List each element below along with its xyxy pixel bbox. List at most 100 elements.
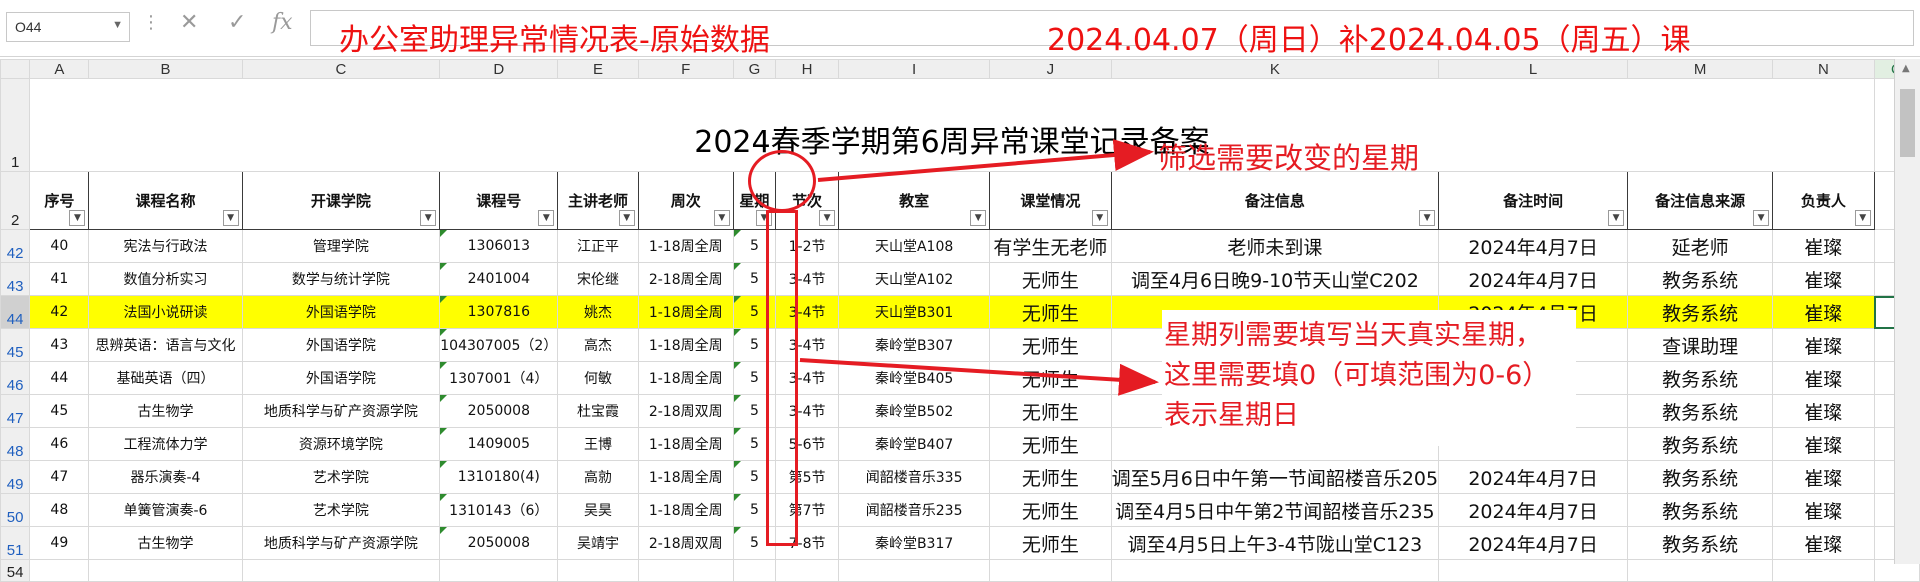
cell[interactable] — [1110, 559, 1440, 582]
cell[interactable]: 天山堂A108 — [838, 229, 991, 263]
header-cell[interactable]: 课程名称 ▼ — [88, 171, 243, 230]
vertical-scrollbar[interactable]: ▲ — [1894, 59, 1920, 564]
cell[interactable]: 2401004 — [439, 262, 559, 296]
header-cell[interactable]: 课堂情况 ▼ — [989, 171, 1112, 230]
cell[interactable]: 1307816 — [439, 295, 559, 329]
cell[interactable]: 1-18周全周 — [637, 328, 734, 362]
cell[interactable]: 法国小说研读 — [88, 295, 243, 329]
header-cell[interactable]: 周次 ▼ — [637, 171, 734, 230]
sheet-title[interactable]: 2024春季学期第6周异常课堂记录备案 — [29, 78, 1875, 172]
filter-icon[interactable]: ▼ — [1419, 210, 1436, 226]
column-header[interactable]: I — [838, 59, 991, 79]
cell[interactable]: 秦岭堂B502 — [838, 394, 991, 428]
filter-icon[interactable]: ▼ — [819, 210, 836, 226]
row-header[interactable]: 1 — [0, 78, 31, 172]
cell[interactable]: 天山堂B301 — [838, 295, 991, 329]
check-icon[interactable]: ✓ — [228, 10, 246, 35]
fx-icon[interactable]: fx — [272, 10, 293, 35]
cell[interactable]: 1-18周全周 — [637, 361, 734, 395]
cell[interactable]: 无师生 — [989, 361, 1112, 395]
cell[interactable]: 吴昊 — [557, 493, 639, 527]
cell[interactable]: 艺术学院 — [241, 460, 441, 494]
name-box[interactable]: O44 ▼ — [6, 12, 130, 42]
cell[interactable]: 2024年4月7日 — [1438, 526, 1629, 560]
cell[interactable]: 天山堂A102 — [838, 262, 991, 296]
filter-icon[interactable]: ▼ — [69, 210, 86, 226]
row-header[interactable]: 43 — [0, 262, 31, 296]
column-header[interactable]: L — [1438, 59, 1629, 79]
cell[interactable]: 49 — [29, 526, 90, 560]
cell[interactable]: 宪法与行政法 — [88, 229, 243, 263]
cell[interactable]: 2050008 — [439, 394, 559, 428]
column-header[interactable]: H — [775, 59, 840, 79]
cell[interactable]: 崔璨 — [1772, 262, 1875, 296]
cell[interactable]: 调至4月5日中午第2节闻韶楼音乐235 — [1110, 493, 1440, 527]
cell[interactable]: 江正平 — [557, 229, 639, 263]
cell[interactable]: 吴靖宇 — [557, 526, 639, 560]
cell[interactable]: 无师生 — [989, 460, 1112, 494]
select-all-corner[interactable] — [0, 59, 31, 79]
header-cell[interactable]: 开课学院 ▼ — [241, 171, 441, 230]
cell[interactable]: 教务系统 — [1627, 526, 1774, 560]
cell[interactable]: 崔璨 — [1772, 229, 1875, 263]
cell[interactable]: 资源环境学院 — [241, 427, 441, 461]
cell[interactable]: 地质科学与矿产资源学院 — [241, 394, 441, 428]
cell[interactable]: 何敏 — [557, 361, 639, 395]
cell[interactable]: 数值分析实习 — [88, 262, 243, 296]
filter-icon[interactable]: ▼ — [970, 210, 987, 226]
cell[interactable]: 2050008 — [439, 526, 559, 560]
filter-icon[interactable]: ▼ — [713, 210, 730, 226]
cell[interactable]: 1310143（6） — [439, 493, 559, 527]
cell[interactable]: 古生物学 — [88, 526, 243, 560]
cell[interactable]: 宋伦继 — [557, 262, 639, 296]
column-header[interactable]: C — [241, 59, 441, 79]
cell[interactable]: 崔璨 — [1772, 295, 1875, 329]
header-cell[interactable]: 主讲老师 ▼ — [557, 171, 639, 230]
cell[interactable]: 外国语学院 — [241, 295, 441, 329]
cell[interactable]: 老师未到课 — [1110, 229, 1440, 263]
cell[interactable] — [1438, 559, 1629, 582]
cell[interactable]: 2-18周全周 — [637, 262, 734, 296]
cell[interactable]: 杜宝霞 — [557, 394, 639, 428]
cell[interactable]: 外国语学院 — [241, 328, 441, 362]
header-cell[interactable]: 备注信息 ▼ — [1110, 171, 1440, 230]
cell[interactable]: 教务系统 — [1627, 262, 1774, 296]
cell[interactable]: 教务系统 — [1627, 361, 1774, 395]
cell[interactable]: 教务系统 — [1627, 460, 1774, 494]
column-header[interactable]: M — [1627, 59, 1774, 79]
header-cell[interactable]: 负责人 ▼ — [1772, 171, 1875, 230]
filter-icon[interactable]: ▼ — [420, 210, 437, 226]
cell[interactable]: 教务系统 — [1627, 295, 1774, 329]
cell[interactable]: 2024年4月7日 — [1438, 460, 1629, 494]
column-header[interactable]: K — [1110, 59, 1440, 79]
cell[interactable]: 调至5月6日中午第一节闻韶楼音乐205 — [1110, 460, 1440, 494]
cell[interactable]: 调至4月6日晚9-10节天山堂C202 — [1110, 262, 1440, 296]
cell[interactable]: 48 — [29, 493, 90, 527]
header-cell[interactable]: 课程号 ▼ — [439, 171, 559, 230]
cell[interactable]: 47 — [29, 460, 90, 494]
cell[interactable]: 调至4月5日上午3-4节陇山堂C123 — [1110, 526, 1440, 560]
cell[interactable]: 1310180(4) — [439, 460, 559, 494]
row-header[interactable]: 47 — [0, 394, 31, 428]
cell[interactable]: 46 — [29, 427, 90, 461]
column-header[interactable]: F — [637, 59, 734, 79]
cell[interactable]: 教务系统 — [1627, 394, 1774, 428]
column-header[interactable]: G — [732, 59, 777, 79]
filter-icon[interactable]: ▼ — [1608, 210, 1625, 226]
header-cell[interactable]: 序号 ▼ — [29, 171, 90, 230]
row-header[interactable]: 50 — [0, 493, 31, 527]
cell[interactable] — [1772, 559, 1875, 582]
close-icon[interactable]: ✕ — [180, 10, 198, 35]
cell[interactable]: 地质科学与矿产资源学院 — [241, 526, 441, 560]
chevron-down-icon[interactable]: ▼ — [112, 19, 123, 31]
cell[interactable] — [989, 559, 1112, 582]
cell[interactable]: 数学与统计学院 — [241, 262, 441, 296]
cell[interactable]: 1-18周全周 — [637, 427, 734, 461]
cell[interactable]: 40 — [29, 229, 90, 263]
cell[interactable]: 2-18周双周 — [637, 394, 734, 428]
cell[interactable]: 1-18周全周 — [637, 295, 734, 329]
cell[interactable]: 43 — [29, 328, 90, 362]
filter-icon[interactable]: ▼ — [618, 210, 635, 226]
cell[interactable]: 崔璨 — [1772, 493, 1875, 527]
formula-input[interactable]: 办公室助理异常情况表-原始数据 2024.04.07（周日）补2024.04.0… — [310, 10, 1914, 58]
